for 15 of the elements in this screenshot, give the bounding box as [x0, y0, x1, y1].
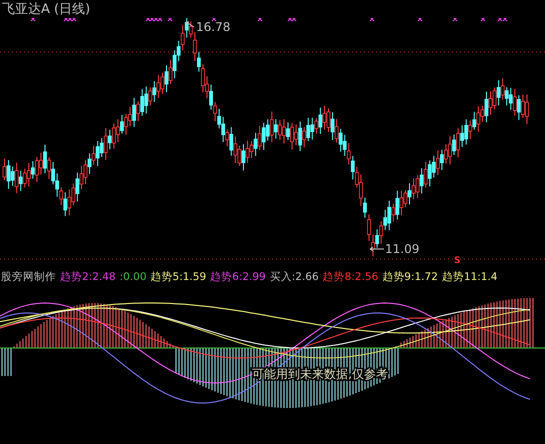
high-arrow-icon: [186, 22, 194, 28]
indicator-value: 趋势9:1.72: [382, 270, 438, 284]
indicator-value: 趋势5:1.59: [150, 270, 206, 284]
indicator-value: 买入:2.66: [270, 270, 319, 284]
indicator-value: 趋势2:2.48: [60, 270, 116, 284]
low-price-label: 11.09: [385, 242, 420, 256]
chart-title: 飞亚达A (日线): [1, 1, 92, 18]
sell-signal-label: S: [454, 256, 460, 266]
indicator-value: 股旁网制作: [1, 270, 56, 284]
indicator-value: :0.00: [120, 271, 147, 283]
indicator-value: 趋势8:2.56: [322, 270, 378, 284]
high-price-label: 16.78: [196, 20, 230, 34]
low-arrow-icon: [370, 246, 384, 252]
indicator-value: 趋势6:2.99: [210, 270, 266, 284]
indicator-value: 趋势11:1.4: [442, 270, 498, 284]
